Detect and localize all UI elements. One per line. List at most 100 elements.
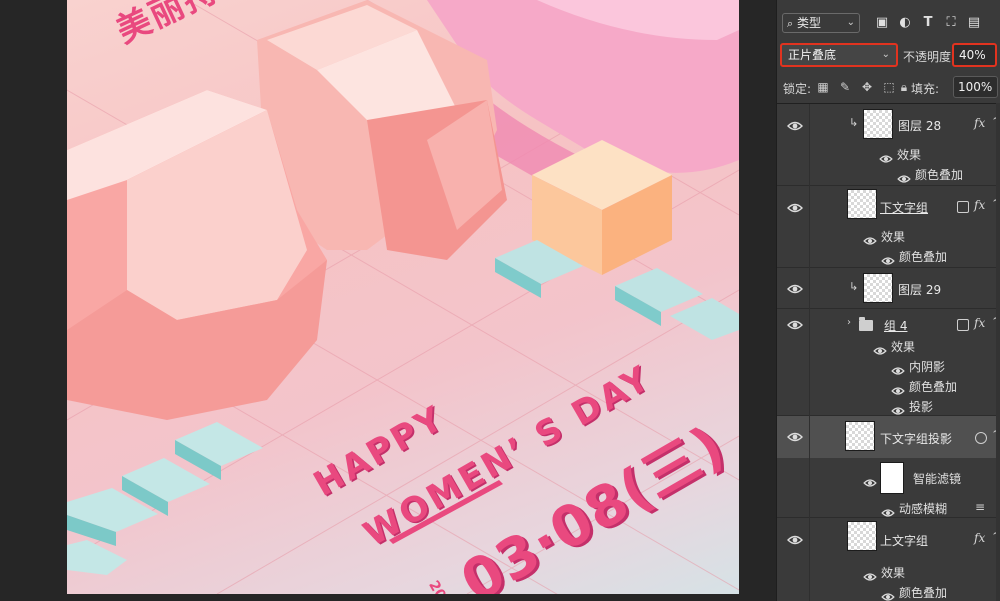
filter-blending-options-icon[interactable]: ≡ [975, 500, 985, 514]
fill-label: 填充: [911, 82, 940, 96]
search-icon: ⌕ [787, 17, 794, 30]
lock-artboard-icon[interactable]: ⬚ [881, 79, 897, 95]
visibility-column-divider [809, 104, 810, 601]
document-canvas-area[interactable]: 美丽持 HAPPY WOMEN’ S DAY 03·08(三) 2023 [0, 0, 776, 601]
eye-icon[interactable] [787, 431, 803, 443]
lock-position-icon[interactable]: ✥ [859, 79, 875, 95]
clipping-mask-icon: ↳ [849, 280, 859, 293]
layer-name[interactable]: 图层 28 [898, 117, 941, 134]
poster-artwork[interactable]: 美丽持 HAPPY WOMEN’ S DAY 03·08(三) 2023 [67, 0, 739, 594]
lock-brush-icon[interactable]: ✎ [837, 79, 853, 95]
eye-icon[interactable] [787, 319, 803, 331]
fx-icon[interactable]: fx [974, 198, 985, 212]
effects-label: 效果 [881, 230, 906, 244]
image-filter-icon[interactable]: ▣ [873, 14, 891, 32]
blend-mode-value: 正片叠底 [788, 48, 837, 62]
eye-icon[interactable] [891, 401, 905, 415]
eye-icon[interactable] [881, 251, 895, 265]
smart-filter-icon[interactable] [975, 432, 987, 444]
layer-name[interactable]: 下文字组投影 [880, 430, 952, 447]
effects-label: 效果 [891, 340, 916, 354]
eye-icon[interactable] [787, 202, 803, 214]
eye-icon[interactable] [873, 341, 887, 355]
lock-all-icon[interactable]: 🔒︎ [896, 79, 912, 95]
effects-row: 效果 [777, 336, 1000, 356]
effect-label: 内阴影 [909, 360, 946, 374]
effect-label: 颜色叠加 [899, 250, 948, 264]
layer-thumbnail [847, 521, 877, 551]
smart-filters-label: 智能滤镜 [913, 472, 962, 486]
expand-group-icon[interactable]: › [847, 317, 851, 328]
layer-name[interactable]: 组 4 [884, 317, 907, 334]
effect-label: 颜色叠加 [915, 168, 964, 182]
layer-thumbnail [847, 189, 877, 219]
effect-label: 颜色叠加 [899, 586, 948, 600]
opacity-label: 不透明度: [903, 50, 956, 64]
layer-thumbnail [863, 109, 893, 139]
effect-row-inner-shadow[interactable]: 内阴影 [777, 356, 1000, 376]
layer-name[interactable]: 上文字组 [880, 532, 928, 549]
eye-icon[interactable] [863, 231, 877, 245]
layer-name[interactable]: 下文字组 [880, 199, 928, 216]
adjustment-filter-icon[interactable]: ◐ [896, 14, 914, 32]
smart-object-filter-icon[interactable]: ▤ [965, 14, 983, 32]
eye-icon[interactable] [881, 503, 895, 517]
filter-row-motion-blur[interactable]: 动感模糊 ≡ [777, 498, 1000, 518]
layer-row-layer-29[interactable]: ↳ 图层 29 [777, 268, 1000, 309]
fx-icon[interactable]: fx [974, 316, 985, 330]
layer-kind-filter-value: 类型 [797, 16, 822, 30]
clipping-mask-icon: ↳ [849, 116, 859, 129]
type-filter-icon[interactable]: T [919, 14, 937, 32]
effects-label: 效果 [897, 148, 922, 162]
eye-icon[interactable] [863, 567, 877, 581]
fx-icon[interactable]: fx [974, 116, 985, 130]
layer-kind-filter-select[interactable]: ⌕ 类型 ⌄ [782, 13, 860, 33]
layers-panel: ⌕ 类型 ⌄ ▣ ◐ T ⛶ ▤ 正片叠底 ⌄ 不透明度: 40% 锁定: ▦ … [776, 0, 1000, 601]
fx-icon[interactable]: fx [974, 531, 985, 545]
layer-row-upper-text-group[interactable]: 上文字组 fx ⌃ 效果 颜色叠加 [777, 518, 1000, 601]
eye-icon[interactable] [897, 169, 911, 183]
filter-mask-thumbnail[interactable] [880, 462, 904, 494]
lock-fill-row: 锁定: ▦ ✎ ✥ ⬚ 🔒︎ 填充: 100% [777, 74, 1000, 102]
layer-name[interactable]: 图层 29 [898, 281, 941, 298]
eye-icon[interactable] [787, 120, 803, 132]
effect-row-drop-shadow[interactable]: 投影 [777, 396, 1000, 416]
effects-row: 效果 [777, 226, 1000, 246]
blend-mode-select[interactable]: 正片叠底 ⌄ [780, 43, 898, 67]
effects-row: 效果 [777, 562, 1000, 582]
opacity-input[interactable]: 40% [952, 43, 997, 67]
lock-transparency-icon[interactable]: ▦ [815, 79, 831, 95]
smart-object-icon [957, 319, 969, 331]
smart-object-thumbnail [845, 421, 875, 451]
layer-row-lower-text-shadow[interactable]: 下文字组投影 ⌃ 智能滤镜 动感模糊 ≡ [777, 416, 1000, 518]
smart-object-icon [957, 201, 969, 213]
effects-label: 效果 [881, 566, 906, 580]
number-three-shape [67, 0, 507, 420]
chevron-down-icon: ⌄ [846, 17, 855, 28]
effect-row-color-overlay[interactable]: 颜色叠加 [777, 164, 1000, 184]
layer-row-group-4[interactable]: › 组 4 fx ⌃ 效果 内阴影 颜色叠加 [777, 309, 1000, 416]
lock-label: 锁定: [783, 82, 812, 96]
eye-icon[interactable] [891, 361, 905, 375]
effect-label: 颜色叠加 [909, 380, 958, 394]
shape-filter-icon[interactable]: ⛶ [942, 14, 960, 32]
smart-filters-row: 智能滤镜 [777, 461, 1000, 497]
effects-row: 效果 [777, 144, 1000, 164]
effect-row-color-overlay[interactable]: 颜色叠加 [777, 246, 1000, 266]
eye-icon[interactable] [787, 534, 803, 546]
layer-thumbnail [863, 273, 893, 303]
eye-icon[interactable] [787, 283, 803, 295]
layers-scrollbar[interactable] [996, 103, 1000, 601]
effect-row-color-overlay[interactable]: 颜色叠加 [777, 376, 1000, 396]
layer-row-lower-text-group[interactable]: 下文字组 fx ⌃ 效果 颜色叠加 [777, 186, 1000, 268]
folder-icon [859, 317, 873, 331]
effect-row-color-overlay[interactable]: 颜色叠加 [777, 582, 1000, 601]
eye-icon[interactable] [891, 381, 905, 395]
eye-icon[interactable] [879, 149, 893, 163]
chevron-down-icon: ⌄ [881, 49, 890, 60]
eye-icon[interactable] [863, 473, 877, 487]
fill-input[interactable]: 100% [953, 76, 998, 98]
layer-row-layer-28[interactable]: ↳ 图层 28 fx ⌃ 效果 颜色叠加 [777, 104, 1000, 186]
eye-icon[interactable] [881, 587, 895, 601]
blend-opacity-row: 正片叠底 ⌄ 不透明度: 40% [777, 41, 1000, 69]
